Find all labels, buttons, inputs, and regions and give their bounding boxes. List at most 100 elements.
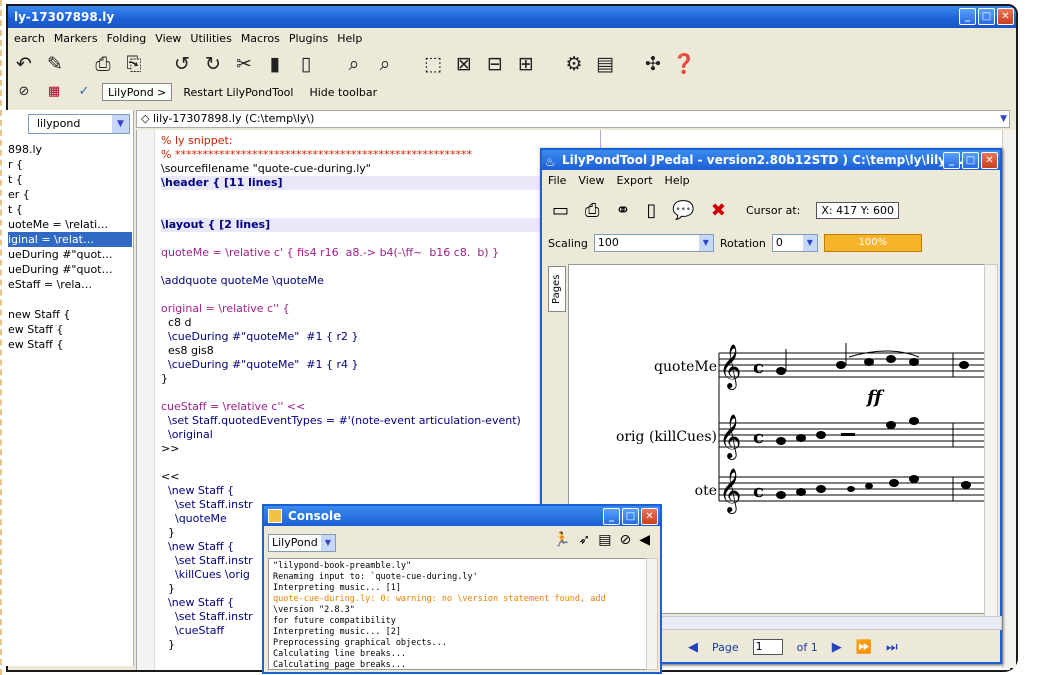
menu-markers[interactable]: Markers xyxy=(54,32,98,45)
code-line[interactable]: es8 gis8 xyxy=(161,344,601,358)
code-line[interactable] xyxy=(161,204,601,218)
select-icon[interactable]: ⬚ xyxy=(421,52,445,76)
copy-icon[interactable]: ▮ xyxy=(263,52,287,76)
code-line[interactable]: \original xyxy=(161,428,601,442)
file-path-bar[interactable]: ◇ lily-17307898.ly (C:\temp\ly\) ▼ xyxy=(136,110,1010,128)
redo-arc-icon[interactable]: ↻ xyxy=(201,52,225,76)
code-line[interactable]: \new Staff { xyxy=(161,484,601,498)
console-output[interactable]: "lilypond-book-preamble.ly" Renaming inpu… xyxy=(268,558,648,670)
code-line[interactable] xyxy=(161,456,601,470)
code-line[interactable]: % **************************************… xyxy=(161,148,601,162)
print-icon[interactable]: ⎙ xyxy=(585,200,599,221)
menu-view[interactable]: View xyxy=(155,32,181,45)
structure-item[interactable]: ew Staff { xyxy=(8,337,132,352)
structure-item[interactable]: ew Staff { xyxy=(8,322,132,337)
jpedal-titlebar[interactable]: ♨ LilyPondTool JPedal - version2.80b12ST… xyxy=(542,150,1000,170)
menu-macros[interactable]: Macros xyxy=(241,32,280,45)
chevron-down-icon[interactable]: ▼ xyxy=(112,115,129,133)
hide-toolbar-button[interactable]: Hide toolbar xyxy=(304,85,382,100)
columns-icon[interactable]: ⊞ xyxy=(514,52,538,76)
settings-icon[interactable]: ⚙ xyxy=(562,52,586,76)
code-line[interactable] xyxy=(161,386,601,400)
console-maximize-button[interactable]: □ xyxy=(622,508,639,525)
structure-item[interactable]: t { xyxy=(8,202,132,217)
open-icon[interactable]: ▭ xyxy=(552,200,569,221)
code-line[interactable]: % ly snippet: xyxy=(161,134,601,148)
console-close-button[interactable]: ✕ xyxy=(641,508,658,525)
document-icon[interactable]: ▯ xyxy=(647,200,657,221)
code-line[interactable] xyxy=(161,190,601,204)
code-line[interactable] xyxy=(161,260,601,274)
chevron-down-icon[interactable]: ▼ xyxy=(321,535,335,551)
help-icon[interactable]: ❓ xyxy=(672,52,696,76)
code-line[interactable]: \set Staff.quotedEventTypes = #'(note-ev… xyxy=(161,414,601,428)
code-line[interactable]: \cueDuring #"quoteMe" #1 { r4 } xyxy=(161,358,601,372)
editor-scrollbar[interactable] xyxy=(1002,130,1016,668)
restart-lilypondtool-button[interactable]: Restart LilyPondTool xyxy=(178,85,298,100)
menu-plugins[interactable]: Plugins xyxy=(289,32,328,45)
jpedal-minimize-button[interactable]: _ xyxy=(943,152,960,169)
fast-forward-icon[interactable]: ⏩ xyxy=(856,640,872,655)
split-icon[interactable]: ⊟ xyxy=(483,52,507,76)
zoom-icon[interactable]: ⊠ xyxy=(452,52,476,76)
structure-item[interactable] xyxy=(8,292,132,307)
jpedal-menu-help[interactable]: Help xyxy=(665,174,690,187)
menu-utilities[interactable]: Utilities xyxy=(190,32,231,45)
print-icon[interactable]: ⎙ xyxy=(91,52,115,76)
mode-select[interactable]: lilypond ▼ xyxy=(28,114,130,134)
undo-arc-icon[interactable]: ↺ xyxy=(170,52,194,76)
code-line[interactable]: } xyxy=(161,372,601,386)
code-line[interactable]: cueStaff = \relative c'' << xyxy=(161,400,601,414)
code-line[interactable]: \cueDuring #"quoteMe" #1 { r2 } xyxy=(161,330,601,344)
plugin-icon[interactable]: ✣ xyxy=(641,52,665,76)
page-input[interactable]: 1 xyxy=(752,639,783,655)
scaling-select[interactable]: 100 ▼ xyxy=(593,234,714,252)
last-page-icon[interactable]: ⏭ xyxy=(886,640,898,655)
code-line[interactable]: >> xyxy=(161,442,601,456)
console-select[interactable]: LilyPond ▼ xyxy=(268,534,336,552)
binoculars-icon[interactable]: ⚭ xyxy=(615,200,630,221)
structure-item[interactable]: iginal = \relat… xyxy=(8,232,132,247)
lilypond-button[interactable]: LilyPond > xyxy=(102,83,173,101)
pen-icon[interactable]: ✎ xyxy=(43,52,67,76)
console-titlebar[interactable]: Console _ □ ✕ xyxy=(264,506,660,526)
jpedal-menu-file[interactable]: File xyxy=(548,174,566,187)
console-scrollbar[interactable] xyxy=(646,558,658,670)
code-line[interactable]: quoteMe = \relative c' { fis4 r16 a8.-> … xyxy=(161,246,601,260)
main-titlebar[interactable]: ly-17307898.ly _ □ ✕ xyxy=(8,6,1016,28)
chevron-down-icon[interactable]: ▼ xyxy=(698,235,713,251)
jpedal-vertical-scrollbar[interactable] xyxy=(984,264,998,620)
undo-icon[interactable]: ↶ xyxy=(12,52,36,76)
jpedal-close-button[interactable]: ✕ xyxy=(981,152,998,169)
stop-icon[interactable]: ⊘ xyxy=(12,80,36,104)
prev-page-icon[interactable]: ◀ xyxy=(688,640,698,655)
run-icon[interactable]: 🏃 xyxy=(553,532,570,548)
code-line[interactable] xyxy=(161,232,601,246)
menu-folding[interactable]: Folding xyxy=(107,32,147,45)
code-line[interactable]: c8 d xyxy=(161,316,601,330)
close-button[interactable]: ✕ xyxy=(997,8,1014,25)
code-line[interactable]: \addquote quoteMe \quoteMe xyxy=(161,274,601,288)
book-icon[interactable]: ▤ xyxy=(593,52,617,76)
pages-tab[interactable]: Pages xyxy=(548,266,566,312)
structure-item[interactable]: eStaff = \rela… xyxy=(8,277,132,292)
comment-icon[interactable]: 💬 xyxy=(672,200,694,221)
stop-icon[interactable]: ⊘ xyxy=(619,532,631,548)
menu-search[interactable]: earch xyxy=(14,32,45,45)
code-line[interactable]: \layout { [2 lines] xyxy=(161,218,601,232)
code-line[interactable]: << xyxy=(161,470,601,484)
jpedal-menu-view[interactable]: View xyxy=(578,174,604,187)
rotation-select[interactable]: 0 ▼ xyxy=(771,234,818,252)
code-line[interactable]: \sourcefilename "quote-cue-during.ly" xyxy=(161,162,601,176)
jpedal-maximize-button[interactable]: □ xyxy=(962,152,979,169)
paste-icon[interactable]: ▯ xyxy=(294,52,318,76)
no-bug-icon[interactable]: ✖ xyxy=(711,200,726,221)
structure-item[interactable]: new Staff { xyxy=(8,307,132,322)
spell-icon[interactable]: ✓ xyxy=(72,80,96,104)
copy-output-icon[interactable]: ▤ xyxy=(598,532,611,548)
run-again-icon[interactable]: ➶ xyxy=(579,532,591,548)
structure-item[interactable]: ueDuring #"quot… xyxy=(8,247,132,262)
minimize-button[interactable]: _ xyxy=(959,8,976,25)
run-icon[interactable]: ▦ xyxy=(42,80,66,104)
fold-gutter[interactable] xyxy=(137,130,155,670)
